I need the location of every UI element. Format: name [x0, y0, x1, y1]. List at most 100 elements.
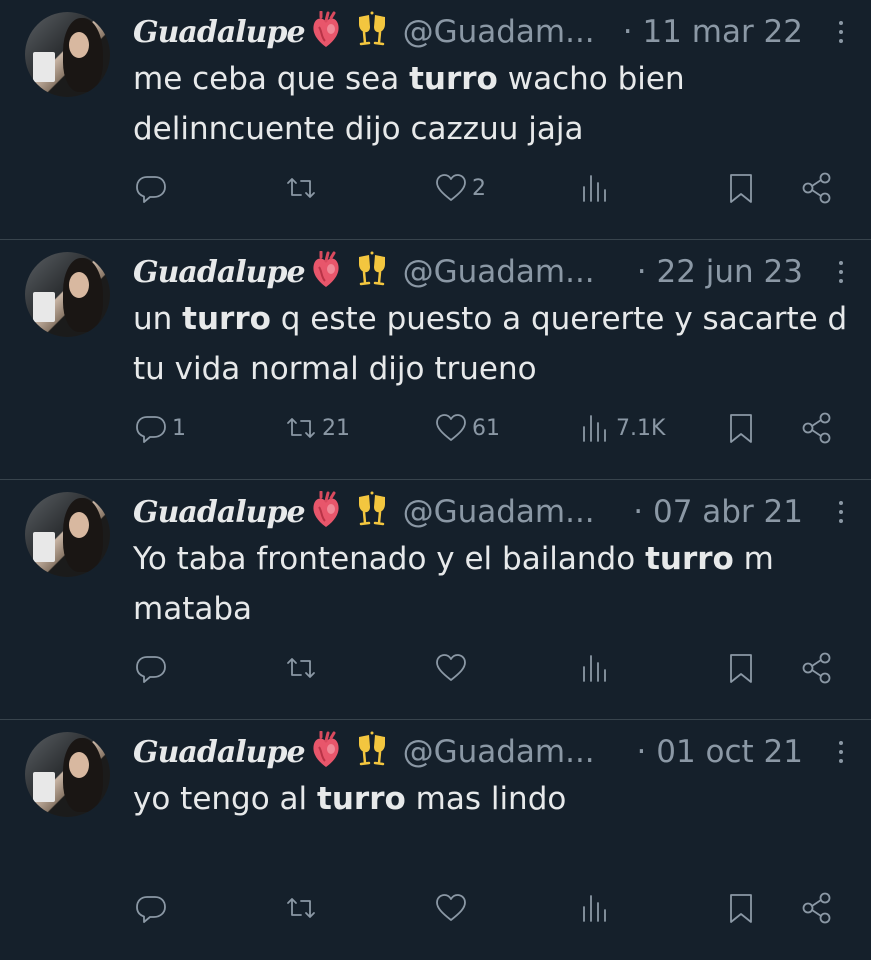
- tweet-header: Guadalupe: [133, 250, 851, 294]
- bookmark-button[interactable]: [724, 410, 758, 446]
- tweet-date[interactable]: · 22 jun 23: [637, 254, 803, 290]
- tweet-text-before: Yo taba frontenado y el bailando: [133, 541, 646, 577]
- views-button[interactable]: [578, 170, 616, 206]
- search-highlight: turro: [409, 61, 498, 97]
- share-icon: [802, 892, 831, 924]
- retweet-icon: [287, 658, 315, 678]
- bookmark-icon: [730, 894, 752, 923]
- tweet-text: yo tengo al turro mas lindo: [133, 774, 851, 824]
- share-button[interactable]: [800, 890, 834, 926]
- views-button[interactable]: 7.1K: [578, 410, 665, 446]
- bar-chart-icon: [583, 175, 606, 202]
- like-button[interactable]: [434, 890, 472, 926]
- views-button[interactable]: [578, 650, 616, 686]
- user-handle[interactable]: @Guadam...: [403, 494, 595, 530]
- tweet-content: Guadalupe: [133, 730, 851, 824]
- clinking-glasses-icon: [347, 251, 389, 293]
- anatomical-heart-icon: [309, 10, 343, 53]
- tweet[interactable]: Guadalupe: [0, 720, 871, 960]
- tweet[interactable]: Guadalupe: [0, 480, 871, 720]
- tweet-text-after: mas lindo: [405, 781, 567, 817]
- tweet-text: me ceba que sea turro wacho bien delinnc…: [133, 54, 851, 154]
- tweet-date[interactable]: · 11 mar 22: [623, 14, 803, 50]
- avatar[interactable]: [25, 12, 110, 97]
- more-options-icon[interactable]: [831, 492, 851, 532]
- clinking-glasses-icon: [347, 731, 389, 773]
- user-handle[interactable]: @Guadam...: [403, 14, 595, 50]
- clinking-glasses-icon: [347, 11, 389, 53]
- retweet-button[interactable]: [284, 170, 322, 206]
- avatar[interactable]: [25, 252, 110, 337]
- retweet-icon: [287, 898, 315, 918]
- speech-bubble-icon: [136, 416, 166, 443]
- share-button[interactable]: [800, 650, 834, 686]
- tweet-date[interactable]: · 07 abr 21: [633, 494, 803, 530]
- tweet-actions: [134, 650, 835, 690]
- display-name[interactable]: Guadalupe: [133, 255, 306, 290]
- reply-count: 1: [172, 415, 186, 441]
- like-count: 2: [472, 175, 486, 201]
- retweet-button[interactable]: [284, 650, 322, 686]
- speech-bubble-icon: [136, 896, 166, 923]
- share-button[interactable]: [800, 170, 834, 206]
- search-highlight: turro: [182, 301, 271, 337]
- reply-button[interactable]: 1: [134, 410, 186, 446]
- speech-bubble-icon: [136, 656, 166, 683]
- search-highlight: turro: [645, 541, 734, 577]
- reply-button[interactable]: [134, 650, 172, 686]
- like-button[interactable]: 61: [434, 410, 500, 446]
- heart-icon: [436, 174, 466, 201]
- bookmark-icon: [730, 414, 752, 443]
- tweet-text-before: me ceba que sea: [133, 61, 410, 97]
- user-handle[interactable]: @Guadam...: [403, 254, 595, 290]
- tweet-text-before: un: [133, 301, 183, 337]
- bookmark-button[interactable]: [724, 170, 758, 206]
- avatar[interactable]: [25, 732, 110, 817]
- display-name[interactable]: Guadalupe: [133, 495, 306, 530]
- tweet-actions: 1 21 61 7.1K: [134, 410, 835, 450]
- share-icon: [802, 652, 831, 684]
- reply-button[interactable]: [134, 170, 172, 206]
- like-count: 61: [472, 415, 500, 441]
- views-button[interactable]: [578, 890, 616, 926]
- share-icon: [802, 172, 831, 204]
- tweet-text: un turro q este puesto a quererte y saca…: [133, 294, 851, 394]
- bookmark-icon: [730, 654, 752, 683]
- like-button[interactable]: [434, 650, 472, 686]
- search-highlight: turro: [317, 781, 406, 817]
- tweet-actions: 2: [134, 170, 835, 210]
- tweet-header: Guadalupe: [133, 10, 851, 54]
- retweet-icon: [287, 418, 315, 438]
- heart-icon: [436, 654, 466, 681]
- display-name[interactable]: Guadalupe: [133, 735, 306, 770]
- tweet[interactable]: Guadalupe: [0, 0, 871, 240]
- retweet-button[interactable]: 21: [284, 410, 350, 446]
- anatomical-heart-icon: [309, 730, 343, 773]
- display-name[interactable]: Guadalupe: [133, 15, 306, 50]
- bar-chart-icon: [583, 655, 606, 682]
- retweet-button[interactable]: [284, 890, 322, 926]
- tweet-content: Guadalupe: [133, 10, 851, 154]
- like-button[interactable]: 2: [434, 170, 486, 206]
- views-count: 7.1K: [616, 415, 666, 441]
- tweet-text: Yo taba frontenado y el bailando turro m…: [133, 534, 851, 634]
- user-handle[interactable]: @Guadam...: [403, 734, 595, 770]
- tweet[interactable]: Guadalupe: [0, 240, 871, 480]
- anatomical-heart-icon: [309, 490, 343, 533]
- more-options-icon[interactable]: [831, 252, 851, 292]
- anatomical-heart-icon: [309, 250, 343, 293]
- heart-icon: [436, 894, 466, 921]
- tweet-content: Guadalupe: [133, 250, 851, 394]
- heart-icon: [436, 414, 466, 441]
- bookmark-button[interactable]: [724, 650, 758, 686]
- tweet-date[interactable]: · 01 oct 21: [637, 734, 803, 770]
- reply-button[interactable]: [134, 890, 172, 926]
- bookmark-button[interactable]: [724, 890, 758, 926]
- share-button[interactable]: [800, 410, 834, 446]
- more-options-icon[interactable]: [831, 732, 851, 772]
- avatar[interactable]: [25, 492, 110, 577]
- more-options-icon[interactable]: [831, 12, 851, 52]
- retweet-icon: [287, 178, 315, 198]
- share-icon: [802, 412, 831, 444]
- retweet-count: 21: [322, 415, 350, 441]
